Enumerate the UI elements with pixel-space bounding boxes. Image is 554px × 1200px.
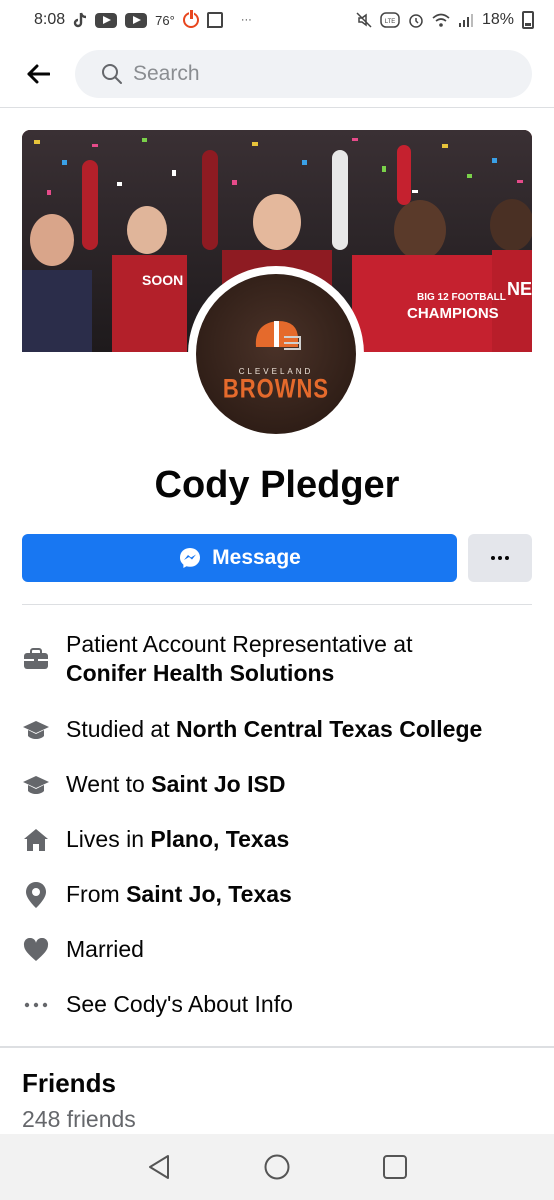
more-icon: ···	[240, 14, 252, 26]
friends-heading: Friends	[22, 1068, 116, 1098]
signal-icon	[458, 14, 473, 27]
helmet-icon	[255, 320, 301, 350]
ellipsis-icon	[491, 556, 509, 560]
svg-text:CHAMPIONS: CHAMPIONS	[407, 305, 499, 322]
system-nav-bar	[0, 1134, 554, 1200]
profile-name: Cody Pledger	[154, 464, 400, 506]
about-current-city-text: Lives in Plano, Texas	[66, 826, 290, 852]
youtube-icon	[95, 12, 118, 28]
battery-level: 18%	[481, 11, 514, 28]
logo-team-text: BROWNS	[222, 372, 330, 403]
volte-icon: LTE	[380, 12, 400, 28]
graduation-cap-icon	[22, 716, 50, 744]
nav-recents-button[interactable]	[375, 1147, 415, 1187]
power-icon	[182, 9, 199, 28]
about-work: Patient Account Representative at Conifer…	[22, 630, 532, 688]
svg-text:BIG 12 FOOTBALL: BIG 12 FOOTBALL	[417, 292, 506, 303]
graduation-cap-icon	[22, 771, 50, 799]
divider	[22, 604, 532, 605]
svg-text:LTE: LTE	[385, 19, 396, 25]
about-education-college-text: Studied at North Central Texas College	[66, 716, 483, 742]
search-icon	[102, 64, 122, 84]
location-pin-icon	[22, 881, 50, 909]
house-icon	[22, 826, 50, 854]
see-about-info-link[interactable]: See Cody's About Info	[22, 990, 532, 1019]
about-education-college: Studied at North Central Texas College	[22, 715, 532, 744]
message-button[interactable]: Message	[22, 534, 457, 582]
ellipsis-icon	[22, 991, 50, 1019]
svg-text:SOON: SOON	[142, 272, 183, 288]
circle-home-icon	[264, 1154, 290, 1180]
clock: 8:08	[34, 11, 66, 28]
nav-home-button[interactable]	[257, 1147, 297, 1187]
back-arrow-icon	[27, 64, 50, 83]
alarm-icon	[409, 14, 423, 28]
triangle-back-icon	[149, 1155, 169, 1179]
about-current-city: Lives in Plano, Texas	[22, 825, 532, 854]
heart-icon	[22, 936, 50, 964]
mute-icon	[356, 12, 372, 28]
youtube-icon	[125, 12, 148, 28]
friends-count[interactable]: 248 friends	[22, 1106, 136, 1133]
tiktok-icon	[73, 12, 87, 27]
about-hometown-text: From Saint Jo, Texas	[66, 881, 292, 907]
more-options-button[interactable]	[468, 534, 532, 582]
about-education-school: Went to Saint Jo ISD	[22, 770, 532, 799]
about-work-text: Patient Account Representative at Conifer…	[66, 631, 413, 686]
messenger-icon	[180, 548, 201, 568]
square-recents-icon	[383, 1155, 407, 1179]
briefcase-icon	[22, 645, 50, 673]
status-right: LTE 18%	[356, 11, 534, 29]
nav-back-button[interactable]	[139, 1147, 179, 1187]
status-left: 8:08 76° ···	[34, 9, 252, 29]
temperature: 76°	[155, 12, 175, 28]
top-header: Search	[0, 40, 554, 108]
svg-text:NE: NE	[507, 279, 532, 299]
section-divider	[0, 1046, 554, 1048]
battery-icon	[522, 11, 534, 29]
profile-avatar[interactable]: CLEVELAND BROWNS	[196, 274, 356, 434]
about-relationship-text: Married	[66, 936, 144, 962]
about-education-school-text: Went to Saint Jo ISD	[66, 771, 286, 797]
back-button[interactable]	[18, 54, 58, 94]
search-placeholder: Search	[133, 62, 200, 85]
status-bar: 8:08 76° ··· LTE 18%	[0, 0, 554, 40]
message-button-label: Message	[212, 546, 301, 569]
about-relationship: Married	[22, 935, 532, 964]
wifi-icon	[432, 13, 450, 27]
twitch-icon	[206, 12, 223, 28]
see-about-info-text: See Cody's About Info	[66, 991, 293, 1017]
about-hometown: From Saint Jo, Texas	[22, 880, 532, 909]
search-input[interactable]: Search	[75, 50, 532, 98]
